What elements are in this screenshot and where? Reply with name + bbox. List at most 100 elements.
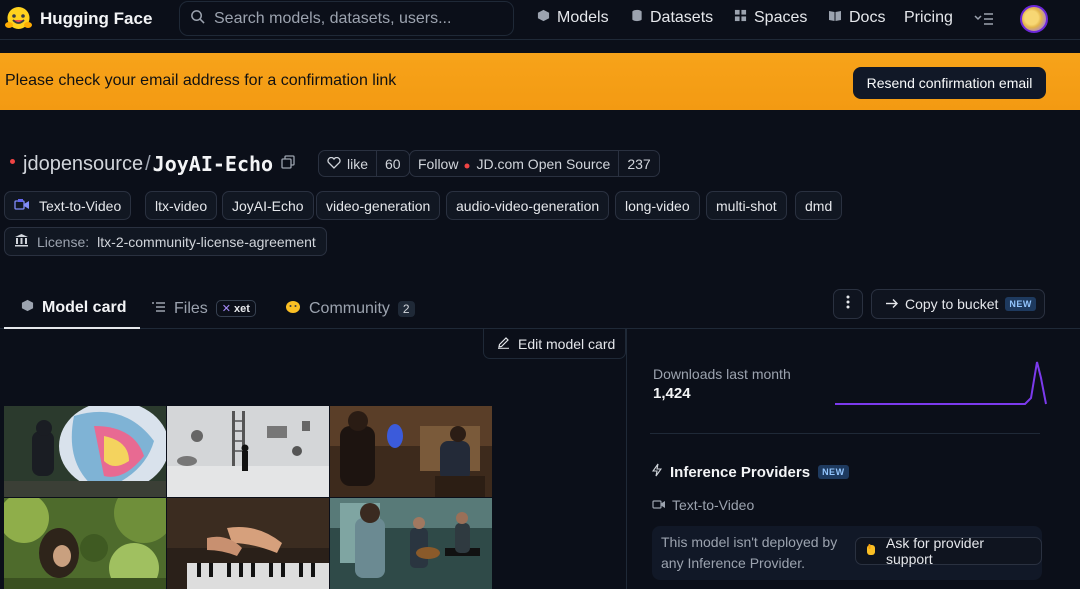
tag-ltx-video[interactable]: ltx-video	[145, 191, 218, 220]
edit-model-card-label: Edit model card	[518, 335, 616, 352]
tag-label: video-generation	[326, 197, 431, 214]
tag-long-video[interactable]: long-video	[615, 191, 700, 220]
tag-label: ltx-video	[155, 197, 208, 214]
follow-org-button[interactable]: Follow JD.com Open Source 237	[409, 150, 660, 177]
model-preview-grid	[4, 406, 492, 589]
follow-label: Follow	[418, 155, 459, 172]
nav-spaces[interactable]: Spaces	[734, 9, 807, 27]
tag-multi-shot[interactable]: multi-shot	[706, 191, 787, 220]
ask-provider-support-label: Ask for provider support	[886, 535, 985, 567]
tag-label: long-video	[625, 197, 690, 214]
inference-task-label: Text-to-Video	[672, 497, 755, 513]
repo-owner-link[interactable]: jdopensource	[23, 153, 143, 176]
preview-image-painter[interactable]	[330, 406, 492, 497]
copy-to-bucket-button[interactable]: Copy to bucket NEW	[871, 289, 1045, 319]
resend-confirmation-button[interactable]: Resend confirmation email	[853, 67, 1046, 99]
hand-emoji-icon	[864, 543, 878, 560]
text-to-video-icon	[14, 198, 30, 214]
inference-task: Text-to-Video	[652, 497, 754, 513]
tab-community[interactable]: Community 2	[285, 288, 415, 329]
downloads-sparkline	[835, 361, 1047, 405]
sidebar-divider	[650, 433, 1040, 434]
community-count: 2	[397, 300, 415, 317]
search-input[interactable]	[214, 9, 504, 28]
user-avatar[interactable]	[1020, 5, 1048, 33]
copy-to-bucket-label: Copy to bucket	[905, 296, 999, 312]
nav-docs[interactable]: Docs	[828, 9, 885, 27]
xet-label: xet	[234, 302, 250, 315]
xet-icon: ✕	[221, 303, 231, 315]
inference-status-message: This model isn't deployed by any Inferen…	[661, 534, 838, 571]
downloads-count: 1,424	[653, 385, 691, 402]
files-list-icon	[151, 300, 166, 318]
inference-providers-title: Inference Providers	[670, 463, 811, 481]
tag-joyai-echo[interactable]: JoyAI-Echo	[222, 191, 314, 220]
preview-image-piano[interactable]	[167, 498, 329, 589]
repo-name-link[interactable]: JoyAI-Echo	[153, 152, 273, 176]
tag-text-to-video[interactable]: Text-to-Video	[4, 191, 132, 220]
more-options-button[interactable]	[833, 289, 863, 319]
follower-count: 237	[618, 151, 658, 176]
tab-community-label: Community	[309, 299, 390, 317]
hugging-face-emoji-icon	[5, 6, 32, 32]
downloads-label: Downloads last month	[653, 366, 791, 382]
license-prefix: License:	[37, 233, 90, 250]
email-confirmation-banner: Please check your email address for a co…	[0, 53, 1080, 110]
nav-docs-label: Docs	[849, 9, 886, 26]
new-badge: NEW	[1005, 297, 1036, 311]
tag-label: audio-video-generation	[456, 197, 600, 214]
top-navbar: Hugging Face Models Datasets Spaces Docs…	[0, 0, 1080, 40]
nav-pricing[interactable]: Pricing	[904, 9, 953, 27]
xet-badge: ✕ xet	[215, 300, 256, 317]
search-icon	[190, 9, 205, 29]
repo-title: jdopensource / JoyAI-Echo	[10, 150, 295, 178]
tag-label: Text-to-Video	[39, 197, 122, 214]
pencil-icon	[497, 336, 510, 352]
preview-image-girl-in-leaves[interactable]	[4, 498, 166, 589]
nav-datasets-label: Datasets	[650, 9, 714, 26]
license-value: ltx-2-community-license-agreement	[97, 233, 316, 250]
tab-files[interactable]: Files ✕ xet	[151, 288, 256, 329]
ask-provider-support-button[interactable]: Ask for provider support	[855, 535, 1042, 567]
like-segment[interactable]: like	[319, 151, 376, 176]
tag-video-generation[interactable]: video-generation	[316, 191, 441, 220]
community-emoji-icon	[285, 299, 301, 318]
text-to-video-icon	[652, 497, 666, 513]
tag-dmd[interactable]: dmd	[795, 191, 843, 220]
kebab-icon	[846, 295, 850, 314]
license-tag[interactable]: License: ltx-2-community-license-agreeme…	[4, 227, 327, 256]
preview-image-street-band[interactable]	[330, 498, 492, 589]
lightning-icon	[651, 463, 663, 481]
arrow-right-icon	[885, 296, 898, 312]
copy-icon[interactable]	[281, 154, 295, 174]
tag-label: multi-shot	[716, 197, 777, 214]
owner-avatar-icon	[10, 158, 15, 164]
banner-message: Please check your email address for a co…	[5, 72, 397, 89]
follow-segment[interactable]: Follow JD.com Open Source	[410, 151, 618, 176]
tab-model-card[interactable]: Model card	[4, 288, 141, 329]
like-button[interactable]: like 60	[318, 150, 410, 177]
org-name: JD.com Open Source	[476, 155, 611, 172]
bank-icon	[14, 233, 29, 250]
nav-models[interactable]: Models	[537, 9, 609, 27]
edit-model-card-button[interactable]: Edit model card	[483, 329, 626, 359]
brand-name: Hugging Face	[40, 9, 153, 28]
more-menu-icon[interactable]	[974, 12, 994, 26]
inference-providers-heading: Inference Providers NEW	[651, 463, 849, 481]
nav-datasets[interactable]: Datasets	[631, 9, 713, 27]
inference-status-box: This model isn't deployed by any Inferen…	[652, 526, 1042, 580]
search-box[interactable]	[179, 1, 514, 36]
org-avatar-icon	[464, 156, 470, 172]
inference-new-badge: NEW	[818, 465, 849, 479]
like-label: like	[347, 155, 369, 172]
tag-audio-video-generation[interactable]: audio-video-generation	[446, 191, 610, 220]
nav-pricing-label: Pricing	[904, 9, 953, 26]
grid-icon	[734, 9, 747, 27]
heart-icon	[327, 156, 341, 172]
cube-icon	[537, 9, 550, 27]
like-count: 60	[376, 151, 409, 176]
tag-label: JoyAI-Echo	[232, 197, 304, 214]
brand-logo[interactable]: Hugging Face	[5, 6, 152, 32]
preview-image-graffiti[interactable]	[4, 406, 166, 497]
preview-image-surreal-room[interactable]	[167, 406, 329, 497]
